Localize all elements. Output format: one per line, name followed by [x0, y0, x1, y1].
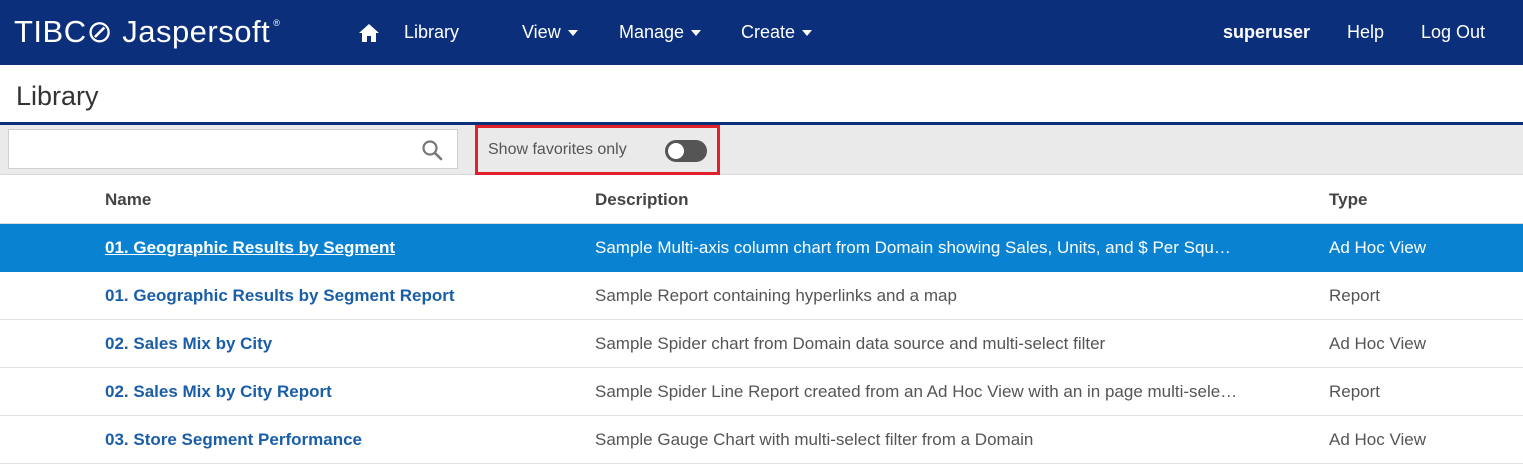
resource-name-link[interactable]: 02. Sales Mix by City Report — [105, 368, 575, 416]
library-toolbar: Show favorites only — [0, 125, 1523, 175]
nav-view-menu[interactable]: View — [522, 0, 578, 65]
resource-type: Report — [1329, 382, 1381, 401]
resource-name-link[interactable]: 03. Store Segment Performance — [105, 416, 575, 464]
table-row[interactable]: 02. Sales Mix by City Sample Spider char… — [0, 320, 1523, 368]
logout-link[interactable]: Log Out — [1421, 0, 1485, 65]
table-row[interactable]: 01. Geographic Results by Segment Sample… — [0, 224, 1523, 272]
search-box — [8, 129, 458, 169]
resource-description: Sample Spider Line Report created from a… — [595, 382, 1238, 401]
favorites-filter-highlight: Show favorites only — [475, 125, 720, 175]
search-input[interactable] — [9, 130, 409, 168]
resource-description: Sample Spider chart from Domain data sou… — [595, 334, 1106, 353]
top-nav-bar: TIBC⊘ Jaspersoft ® Library View Manage C… — [0, 0, 1523, 65]
resource-type: Ad Hoc View — [1329, 334, 1427, 353]
library-table: Name Description Type 01. Geographic Res… — [0, 176, 1523, 464]
resource-name-link[interactable]: 01. Geographic Results by Segment — [105, 224, 575, 272]
nav-create-menu[interactable]: Create — [741, 0, 813, 65]
resource-name-link[interactable]: 02. Sales Mix by City — [105, 320, 575, 368]
resource-type: Ad Hoc View — [1329, 238, 1427, 257]
nav-view-label: View — [522, 22, 561, 42]
table-row[interactable]: 02. Sales Mix by City Report Sample Spid… — [0, 368, 1523, 416]
user-menu[interactable]: superuser — [1223, 0, 1310, 65]
logo-registered-mark: ® — [273, 18, 280, 28]
table-row[interactable]: 01. Geographic Results by Segment Report… — [0, 272, 1523, 320]
table-header-row: Name Description Type — [0, 176, 1523, 224]
toggle-knob — [668, 143, 684, 159]
resource-description: Sample Multi-axis column chart from Doma… — [595, 238, 1231, 257]
description-column-header[interactable]: Description — [595, 176, 1295, 224]
favorites-only-toggle[interactable] — [665, 140, 707, 162]
nav-library[interactable]: Library — [404, 0, 459, 65]
resource-name-link[interactable]: 01. Geographic Results by Segment Report — [105, 272, 575, 320]
resource-type: Ad Hoc View — [1329, 430, 1427, 449]
help-link[interactable]: Help — [1347, 0, 1384, 65]
nav-create-label: Create — [741, 22, 796, 42]
resource-description: Sample Report containing hyperlinks and … — [595, 286, 957, 305]
logo-text: TIBC⊘ Jaspersoft — [14, 14, 271, 49]
caret-down-icon — [802, 30, 813, 36]
resource-description: Sample Gauge Chart with multi-select fil… — [595, 430, 1034, 449]
search-icon[interactable] — [421, 139, 443, 161]
jaspersoft-logo[interactable]: TIBC⊘ Jaspersoft ® — [14, 12, 280, 52]
favorites-toggle-label: Show favorites only — [488, 141, 627, 158]
table-row[interactable]: 03. Store Segment Performance Sample Gau… — [0, 416, 1523, 464]
page-title: Library — [16, 81, 99, 111]
home-icon[interactable] — [358, 22, 380, 44]
type-column-header[interactable]: Type — [1329, 176, 1509, 224]
caret-down-icon — [691, 30, 702, 36]
caret-down-icon — [567, 30, 578, 36]
nav-manage-label: Manage — [619, 22, 685, 42]
nav-manage-menu[interactable]: Manage — [619, 0, 702, 65]
name-column-header[interactable]: Name — [105, 176, 575, 224]
resource-type: Report — [1329, 286, 1381, 305]
